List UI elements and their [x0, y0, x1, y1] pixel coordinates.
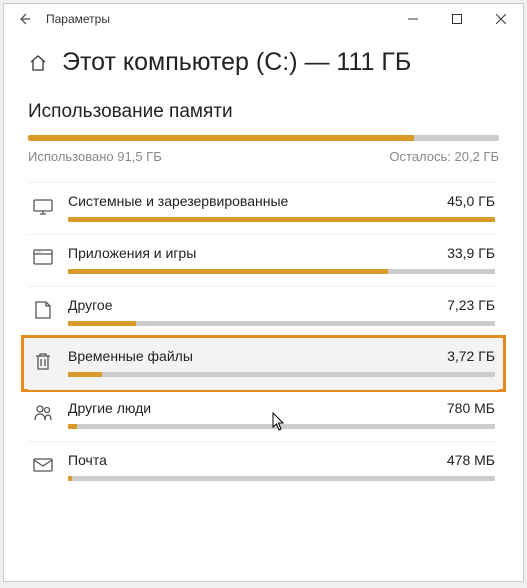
category-header: Системные и зарезервированные 45,0 ГБ [68, 193, 495, 209]
category-system[interactable]: Системные и зарезервированные 45,0 ГБ [28, 182, 499, 234]
window-controls [391, 4, 523, 34]
category-bar [68, 476, 495, 481]
category-name: Приложения и игры [68, 245, 196, 261]
category-bar [68, 372, 495, 377]
category-header: Другие люди 780 МБ [68, 400, 495, 416]
category-name: Временные файлы [68, 348, 193, 364]
category-size: 780 МБ [447, 400, 495, 416]
total-usage-bar [28, 135, 499, 141]
maximize-icon [452, 14, 462, 24]
content-area: Этот компьютер (C:) — 111 ГБ Использован… [4, 34, 523, 493]
window-title: Параметры [46, 12, 391, 26]
category-size: 478 МБ [447, 452, 495, 468]
category-name: Другое [68, 297, 112, 313]
minimize-button[interactable] [391, 4, 435, 34]
other-icon [32, 299, 54, 321]
category-temp[interactable]: Временные файлы 3,72 ГБ [21, 335, 506, 392]
category-body: Другое 7,23 ГБ [68, 297, 495, 326]
minimize-icon [408, 14, 418, 24]
category-body: Временные файлы 3,72 ГБ [68, 348, 495, 377]
category-bar-fill [68, 424, 77, 429]
apps-icon [32, 247, 54, 269]
category-bar [68, 424, 495, 429]
category-name: Другие люди [68, 400, 151, 416]
maximize-button[interactable] [435, 4, 479, 34]
category-bar [68, 321, 495, 326]
category-size: 7,23 ГБ [447, 297, 495, 313]
used-label: Использовано 91,5 ГБ [28, 149, 162, 164]
close-button[interactable] [479, 4, 523, 34]
remaining-label: Осталось: 20,2 ГБ [389, 149, 499, 164]
back-button[interactable] [10, 5, 38, 33]
category-people[interactable]: Другие люди 780 МБ [28, 389, 499, 441]
temp-icon [32, 350, 54, 372]
category-header: Почта 478 МБ [68, 452, 495, 468]
category-bar-fill [68, 321, 136, 326]
category-bar-fill [68, 372, 102, 377]
category-size: 33,9 ГБ [447, 245, 495, 261]
people-icon [32, 402, 54, 424]
category-size: 45,0 ГБ [447, 193, 495, 209]
category-mail[interactable]: Почта 478 МБ [28, 441, 499, 493]
category-body: Почта 478 МБ [68, 452, 495, 481]
category-bar [68, 269, 495, 274]
total-usage-text: Использовано 91,5 ГБ Осталось: 20,2 ГБ [28, 149, 499, 164]
category-bar-fill [68, 476, 72, 481]
mail-icon [32, 454, 54, 476]
home-icon [28, 53, 48, 73]
arrow-left-icon [17, 12, 31, 26]
category-other[interactable]: Другое 7,23 ГБ [28, 286, 499, 338]
category-body: Системные и зарезервированные 45,0 ГБ [68, 193, 495, 222]
category-bar-fill [68, 217, 495, 222]
system-icon [32, 195, 54, 217]
category-bar [68, 217, 495, 222]
close-icon [496, 14, 506, 24]
settings-window: Параметры Этот компьютер (C:) — 111 ГБ И… [3, 3, 524, 582]
total-usage-fill [28, 135, 414, 141]
category-list: Системные и зарезервированные 45,0 ГБ Пр… [28, 182, 499, 493]
category-name: Системные и зарезервированные [68, 193, 288, 209]
category-header: Другое 7,23 ГБ [68, 297, 495, 313]
category-name: Почта [68, 452, 107, 468]
category-apps[interactable]: Приложения и игры 33,9 ГБ [28, 234, 499, 286]
page-header: Этот компьютер (C:) — 111 ГБ [28, 48, 499, 77]
category-body: Приложения и игры 33,9 ГБ [68, 245, 495, 274]
category-header: Приложения и игры 33,9 ГБ [68, 245, 495, 261]
category-header: Временные файлы 3,72 ГБ [68, 348, 495, 364]
category-size: 3,72 ГБ [447, 348, 495, 364]
titlebar: Параметры [4, 4, 523, 34]
page-title: Этот компьютер (C:) — 111 ГБ [62, 48, 411, 77]
category-body: Другие люди 780 МБ [68, 400, 495, 429]
section-title: Использование памяти [28, 101, 499, 123]
category-bar-fill [68, 269, 388, 274]
